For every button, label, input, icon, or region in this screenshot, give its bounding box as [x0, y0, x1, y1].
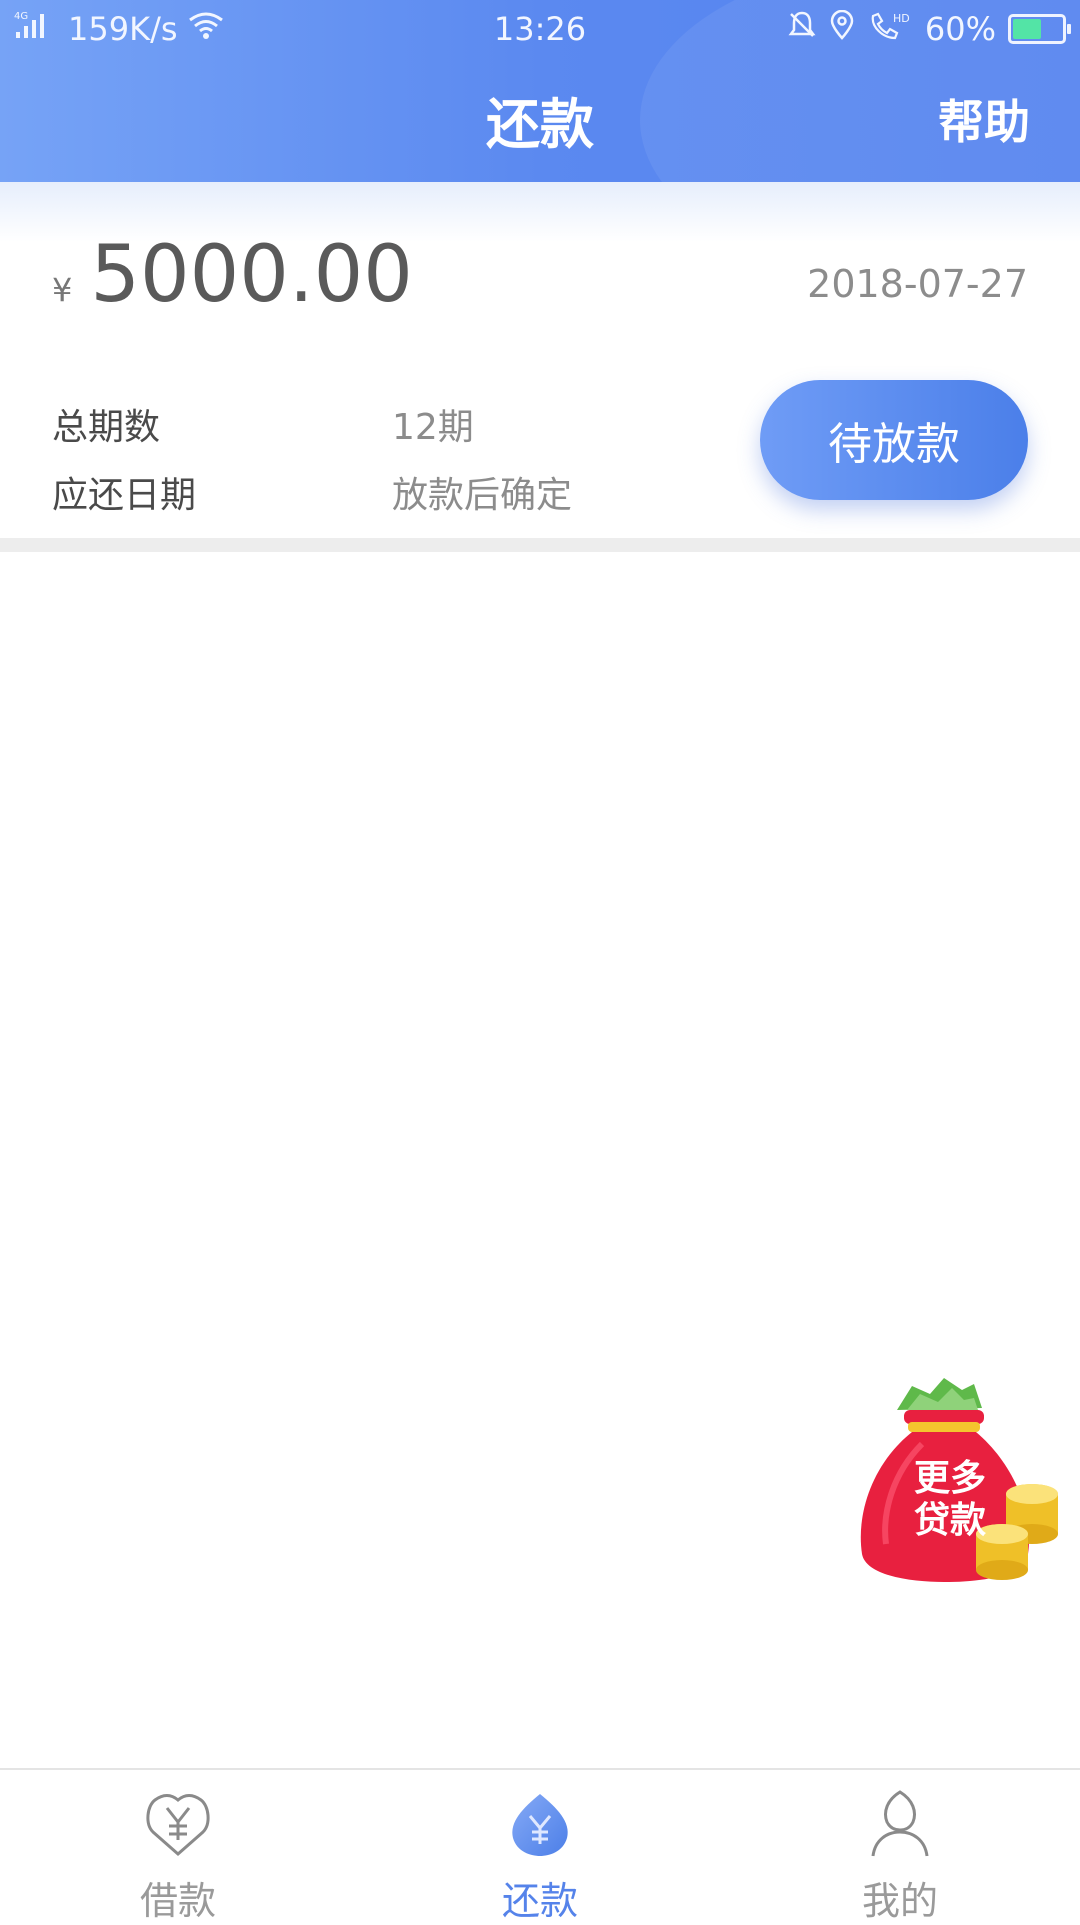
due-date-value: 放款后确定 — [392, 475, 573, 516]
promo-text: 更多 贷款 — [900, 1458, 1000, 1542]
svg-text:HD: HD — [893, 12, 910, 25]
battery-percent: 60% — [924, 10, 996, 48]
promo-line-1: 更多 — [913, 1458, 986, 1499]
tab-repay[interactable]: 还款 — [440, 1788, 640, 1925]
person-icon — [865, 1788, 935, 1858]
tab-mine-label: 我的 — [861, 1879, 938, 1923]
tab-repay-label: 还款 — [501, 1879, 578, 1923]
promo-line-2: 贷款 — [913, 1500, 986, 1541]
periods-value: 12期 — [392, 407, 474, 448]
currency-symbol: ¥ — [52, 271, 73, 309]
status-right: HD 60% — [787, 9, 1071, 48]
tab-borrow-label: 借款 — [139, 1879, 216, 1923]
tab-borrow[interactable]: 借款 — [78, 1788, 278, 1925]
status-bar: 4G 159K/s 13:26 HD 60% — [0, 0, 1080, 56]
tab-mine[interactable]: 我的 — [800, 1788, 1000, 1925]
periods-label: 总期数 — [52, 407, 161, 448]
top-header: 4G 159K/s 13:26 HD 60% 还款 帮助 — [0, 0, 1080, 182]
status-time: 13:26 — [493, 10, 587, 48]
bottom-tab-bar: 借款 还款 我的 — [0, 1768, 1080, 1925]
more-loans-promo[interactable]: 更多 贷款 — [852, 1364, 1062, 1584]
pending-disbursement-button[interactable]: 待放款 — [760, 380, 1028, 500]
hd-call-icon: HD — [867, 10, 913, 48]
location-icon — [829, 9, 855, 48]
battery-icon — [1008, 14, 1071, 44]
help-button[interactable]: 帮助 — [938, 86, 1030, 152]
loan-date: 2018-07-27 — [807, 262, 1028, 306]
yen-heart-filled-icon — [505, 1788, 575, 1858]
page-title: 还款 — [486, 93, 594, 156]
yen-heart-icon — [143, 1788, 213, 1858]
loan-amount-row: ¥ 5000.00 — [52, 230, 413, 320]
loan-amount: 5000.00 — [90, 230, 413, 320]
battery-fill — [1013, 19, 1041, 39]
section-divider — [0, 538, 1080, 552]
due-date-label: 应还日期 — [52, 475, 197, 516]
bell-muted-icon — [787, 10, 817, 48]
